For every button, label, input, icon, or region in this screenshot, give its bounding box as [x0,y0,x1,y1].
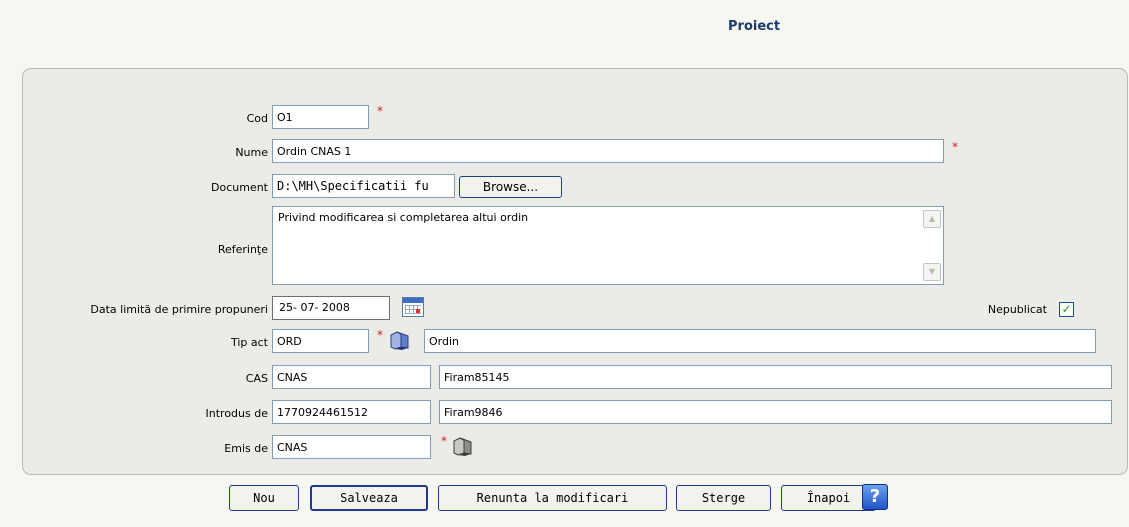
renunta-button[interactable]: Renunta la modificari [438,485,667,511]
nou-button[interactable]: Nou [229,485,299,511]
emis-de-label: Emis de [224,442,268,455]
help-icon[interactable]: ? [862,484,888,510]
referinte-scrollbar[interactable]: ▲ ▼ [923,210,941,281]
cod-label: Cod [246,112,268,125]
sterge-button[interactable]: Sterge [676,485,771,511]
folder-icon[interactable] [389,330,411,350]
cas-code-input[interactable] [272,365,431,389]
salveaza-button[interactable]: Salveaza [310,485,428,511]
cod-input[interactable] [272,105,369,129]
nume-required-marker: * [952,140,958,154]
referinte-label: Referinţe [217,243,268,256]
scroll-down-icon[interactable]: ▼ [923,263,941,281]
tip-act-name-input[interactable] [424,329,1096,353]
scroll-up-icon[interactable]: ▲ [923,210,941,228]
data-limita-label: Data limită de primire propuneri [90,303,268,316]
tip-act-label: Tip act [230,336,268,349]
introdus-de-code-input[interactable] [272,400,431,424]
calendar-icon[interactable] [402,297,424,317]
introdus-de-label: Introdus de [205,407,268,420]
tip-act-code-input[interactable] [272,329,369,353]
referinte-text: Privind modificarea si completarea altui… [278,211,529,224]
folder-icon[interactable] [452,436,474,456]
emis-de-required-marker: * [441,434,447,448]
tip-act-required-marker: * [377,328,383,342]
page-title: Proiect [728,19,781,34]
browse-button[interactable]: Browse... [459,176,562,198]
cas-name-input[interactable] [439,365,1112,389]
document-label: Document [211,181,268,194]
data-limita-input[interactable]: 25- 07- 2008 [272,296,390,320]
document-file-input[interactable] [272,174,455,198]
nume-label: Nume [235,146,268,159]
emis-de-code-input[interactable] [272,435,431,459]
nepublicat-label: Nepublicat [987,303,1047,316]
nepublicat-checkbox[interactable]: ✓ [1059,302,1074,317]
introdus-de-name-input[interactable] [439,400,1112,424]
referinte-textarea[interactable]: Privind modificarea si completarea altui… [272,206,944,285]
cas-label: CAS [245,372,268,385]
cod-required-marker: * [377,104,383,118]
nume-input[interactable] [272,139,944,163]
